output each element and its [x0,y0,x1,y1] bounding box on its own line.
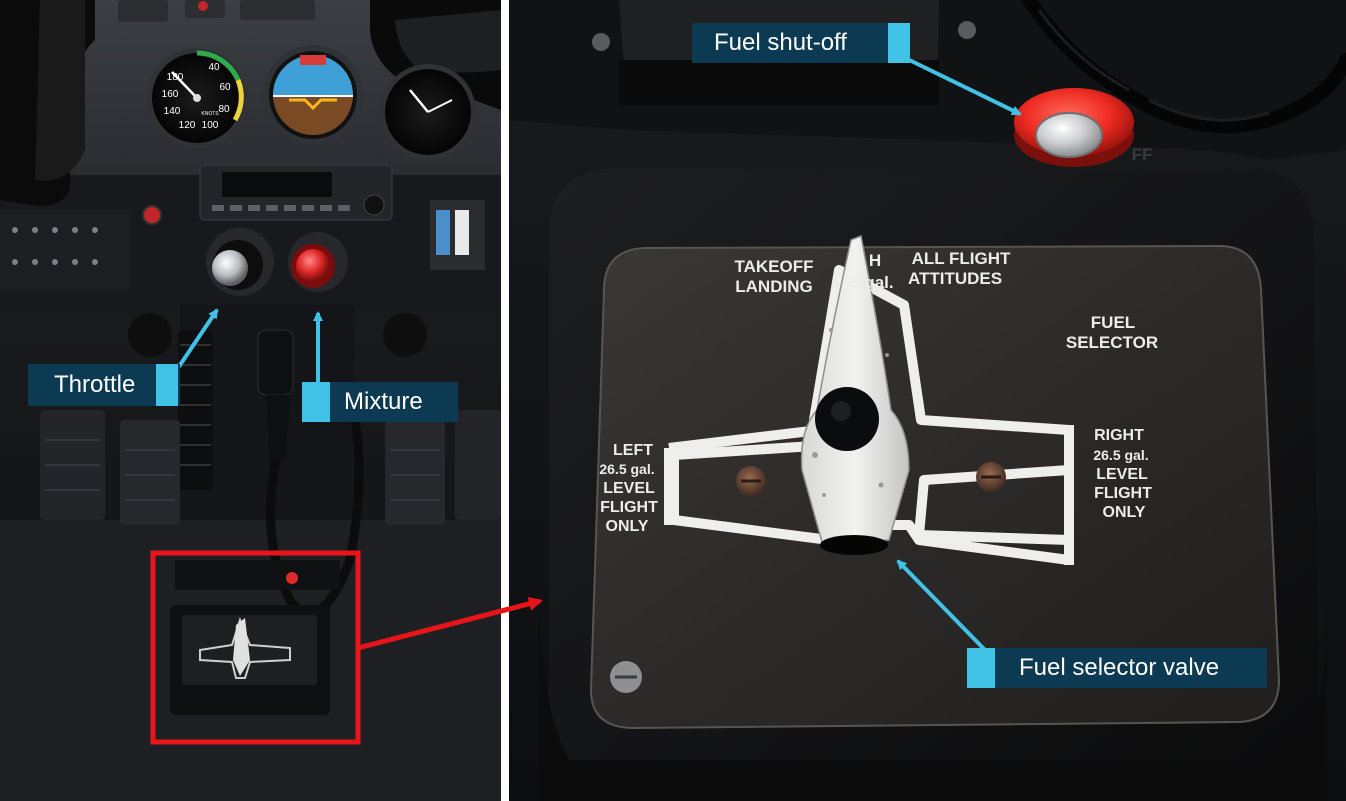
placard-left-only: ONLY [606,518,649,535]
throttle-callout: Throttle [28,364,180,406]
fuel-selector-valve-callout: Fuel selector valve [967,648,1267,688]
placard-fuel-text: FUEL [1091,313,1135,332]
placard-takeoff-text: TAKEOFF [734,257,813,276]
airspeed-tick-180: 180 [167,72,184,83]
fuel-selector-valve-label: Fuel selector valve [1019,654,1220,681]
throttle-label: Throttle [54,371,136,398]
placard-left-text: LEFT [613,442,653,459]
placard-landing-text: LANDING [735,277,812,296]
airspeed-tick-120: 120 [179,120,196,131]
placard-right-text: RIGHT [1094,427,1144,444]
throttle-callout-tab [156,364,178,406]
fuel-selector-valve-callout-tab [967,648,995,688]
shutoff-off-fragment: FF [1132,145,1153,164]
placard-selector-text: SELECTOR [1066,333,1158,352]
placard-right-level: LEVEL [1096,466,1148,483]
airspeed-tick-140: 140 [164,106,181,117]
placard-all-flight-text: ALL FLIGHT [912,249,1011,268]
placard-right-flight: FLIGHT [1094,485,1152,502]
placard-both-qty-fragment: 5 [851,273,860,292]
placard-attitudes-text: ATTITUDES [908,269,1002,288]
placard-right-only: ONLY [1103,504,1146,521]
airspeed-unit-label: KNOTS [201,111,219,117]
placard-left-flight: FLIGHT [600,499,658,516]
fuel-shutoff-callout: Fuel shut-off [692,23,910,63]
airspeed-tick-40: 40 [208,62,220,73]
mixture-label: Mixture [344,388,423,415]
placard-left-qty: 26.5 gal. [599,461,654,477]
airspeed-tick-80: 80 [218,104,230,115]
fuel-shutoff-callout-tab [888,23,910,63]
placard-right-qty: 26.5 gal. [1093,447,1148,463]
airspeed-tick-60: 60 [219,82,231,93]
mixture-callout-tab [302,382,330,422]
placard-both-gal-fragment: gal. [864,273,893,292]
placard-left-level: LEVEL [603,480,655,497]
placard-both-fragment: H [869,251,881,270]
mixture-callout: Mixture [302,382,458,422]
airspeed-tick-100: 100 [202,120,219,131]
fuel-shutoff-label: Fuel shut-off [714,29,847,56]
airspeed-tick-160: 160 [162,89,179,100]
